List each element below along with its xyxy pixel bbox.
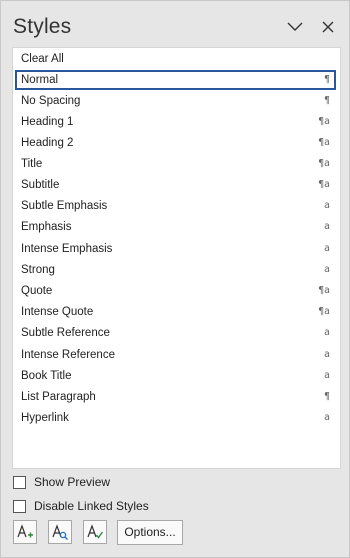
- style-type-icon: a: [324, 370, 330, 381]
- style-item[interactable]: Normal ¶: [15, 70, 336, 90]
- pane-title: Styles: [13, 15, 72, 38]
- style-item[interactable]: Emphasis a: [15, 217, 336, 237]
- style-type-icon: a: [324, 327, 330, 338]
- chevron-down-icon[interactable]: [285, 17, 305, 37]
- style-item[interactable]: Heading 1 ¶a: [15, 112, 336, 132]
- checkbox-box[interactable]: [13, 499, 26, 513]
- style-type-icon: ¶a: [318, 285, 330, 296]
- style-item-label: Title: [21, 158, 43, 170]
- style-item[interactable]: Heading 2 ¶a: [15, 133, 336, 153]
- style-type-icon: ¶: [323, 391, 330, 402]
- style-item-label: Hyperlink: [21, 412, 69, 424]
- style-item-label: Strong: [21, 264, 55, 276]
- manage-styles-icon: [87, 524, 104, 539]
- style-type-icon: ¶a: [318, 179, 330, 190]
- style-item-label: Heading 1: [21, 116, 74, 128]
- style-item-label: Emphasis: [21, 221, 72, 233]
- style-type-icon: ¶a: [318, 116, 330, 127]
- style-item-label: Subtle Emphasis: [21, 200, 108, 212]
- style-type-icon: a: [324, 349, 330, 360]
- style-type-icon: ¶a: [318, 306, 330, 317]
- style-item-label: List Paragraph: [21, 391, 96, 403]
- style-item-label: Subtitle: [21, 179, 60, 191]
- style-type-icon: ¶: [323, 74, 330, 85]
- new-style-button[interactable]: [13, 520, 37, 544]
- style-type-icon: ¶: [323, 95, 330, 106]
- style-item[interactable]: Book Title a: [15, 366, 336, 386]
- styles-list[interactable]: Clear All Normal ¶ No Spacing ¶ Heading 1 ¶a He…: [12, 47, 341, 469]
- style-item[interactable]: Intense Emphasis a: [15, 239, 336, 259]
- manage-styles-button[interactable]: [83, 520, 107, 544]
- style-item-label: Heading 2: [21, 137, 74, 149]
- styles-pane: Styles Clear All Normal ¶ No Spacing ¶ Headin…: [0, 0, 350, 558]
- style-item-label: Book Title: [21, 370, 72, 382]
- style-item-label: Intense Emphasis: [21, 243, 113, 255]
- style-item-label: Intense Quote: [21, 306, 94, 318]
- style-inspector-button[interactable]: [48, 520, 72, 544]
- style-item-label: Quote: [21, 285, 53, 297]
- style-item-label: Normal: [21, 74, 59, 86]
- style-type-icon: a: [324, 264, 330, 275]
- style-item[interactable]: Title ¶a: [15, 154, 336, 174]
- style-item[interactable]: Strong a: [15, 260, 336, 280]
- style-item[interactable]: Intense Reference a: [15, 345, 336, 365]
- style-type-icon: a: [324, 200, 330, 211]
- style-item[interactable]: No Spacing ¶: [15, 91, 336, 111]
- style-item[interactable]: Subtle Reference a: [15, 323, 336, 343]
- style-item[interactable]: Quote ¶a: [15, 281, 336, 301]
- style-item[interactable]: Intense Quote ¶a: [15, 302, 336, 322]
- disable-linked-styles-label: Disable Linked Styles: [34, 499, 149, 513]
- style-item-label: Intense Reference: [21, 349, 115, 361]
- style-item[interactable]: Subtitle ¶a: [15, 175, 336, 195]
- style-inspector-icon: [52, 524, 68, 540]
- style-item-label: No Spacing: [21, 95, 81, 107]
- style-item[interactable]: Subtle Emphasis a: [15, 196, 336, 216]
- new-style-icon: [17, 524, 33, 538]
- show-preview-checkbox[interactable]: Show Preview: [13, 473, 110, 491]
- checkbox-box[interactable]: [13, 475, 26, 489]
- style-type-icon: a: [324, 412, 330, 423]
- style-item[interactable]: Clear All: [15, 49, 336, 69]
- style-type-icon: a: [324, 243, 330, 254]
- style-item-label: Clear All: [21, 53, 64, 65]
- pane-header: Styles: [1, 1, 349, 47]
- close-icon[interactable]: [318, 17, 338, 37]
- style-type-icon: ¶a: [318, 158, 330, 169]
- style-type-icon: a: [324, 221, 330, 232]
- style-item-label: Subtle Reference: [21, 327, 110, 339]
- style-type-icon: ¶a: [318, 137, 330, 148]
- show-preview-label: Show Preview: [34, 475, 111, 489]
- options-button[interactable]: Options...: [117, 520, 183, 545]
- disable-linked-styles-checkbox[interactable]: Disable Linked Styles: [13, 497, 149, 515]
- style-item[interactable]: Hyperlink a: [15, 408, 336, 428]
- style-item[interactable]: List Paragraph ¶: [15, 387, 336, 407]
